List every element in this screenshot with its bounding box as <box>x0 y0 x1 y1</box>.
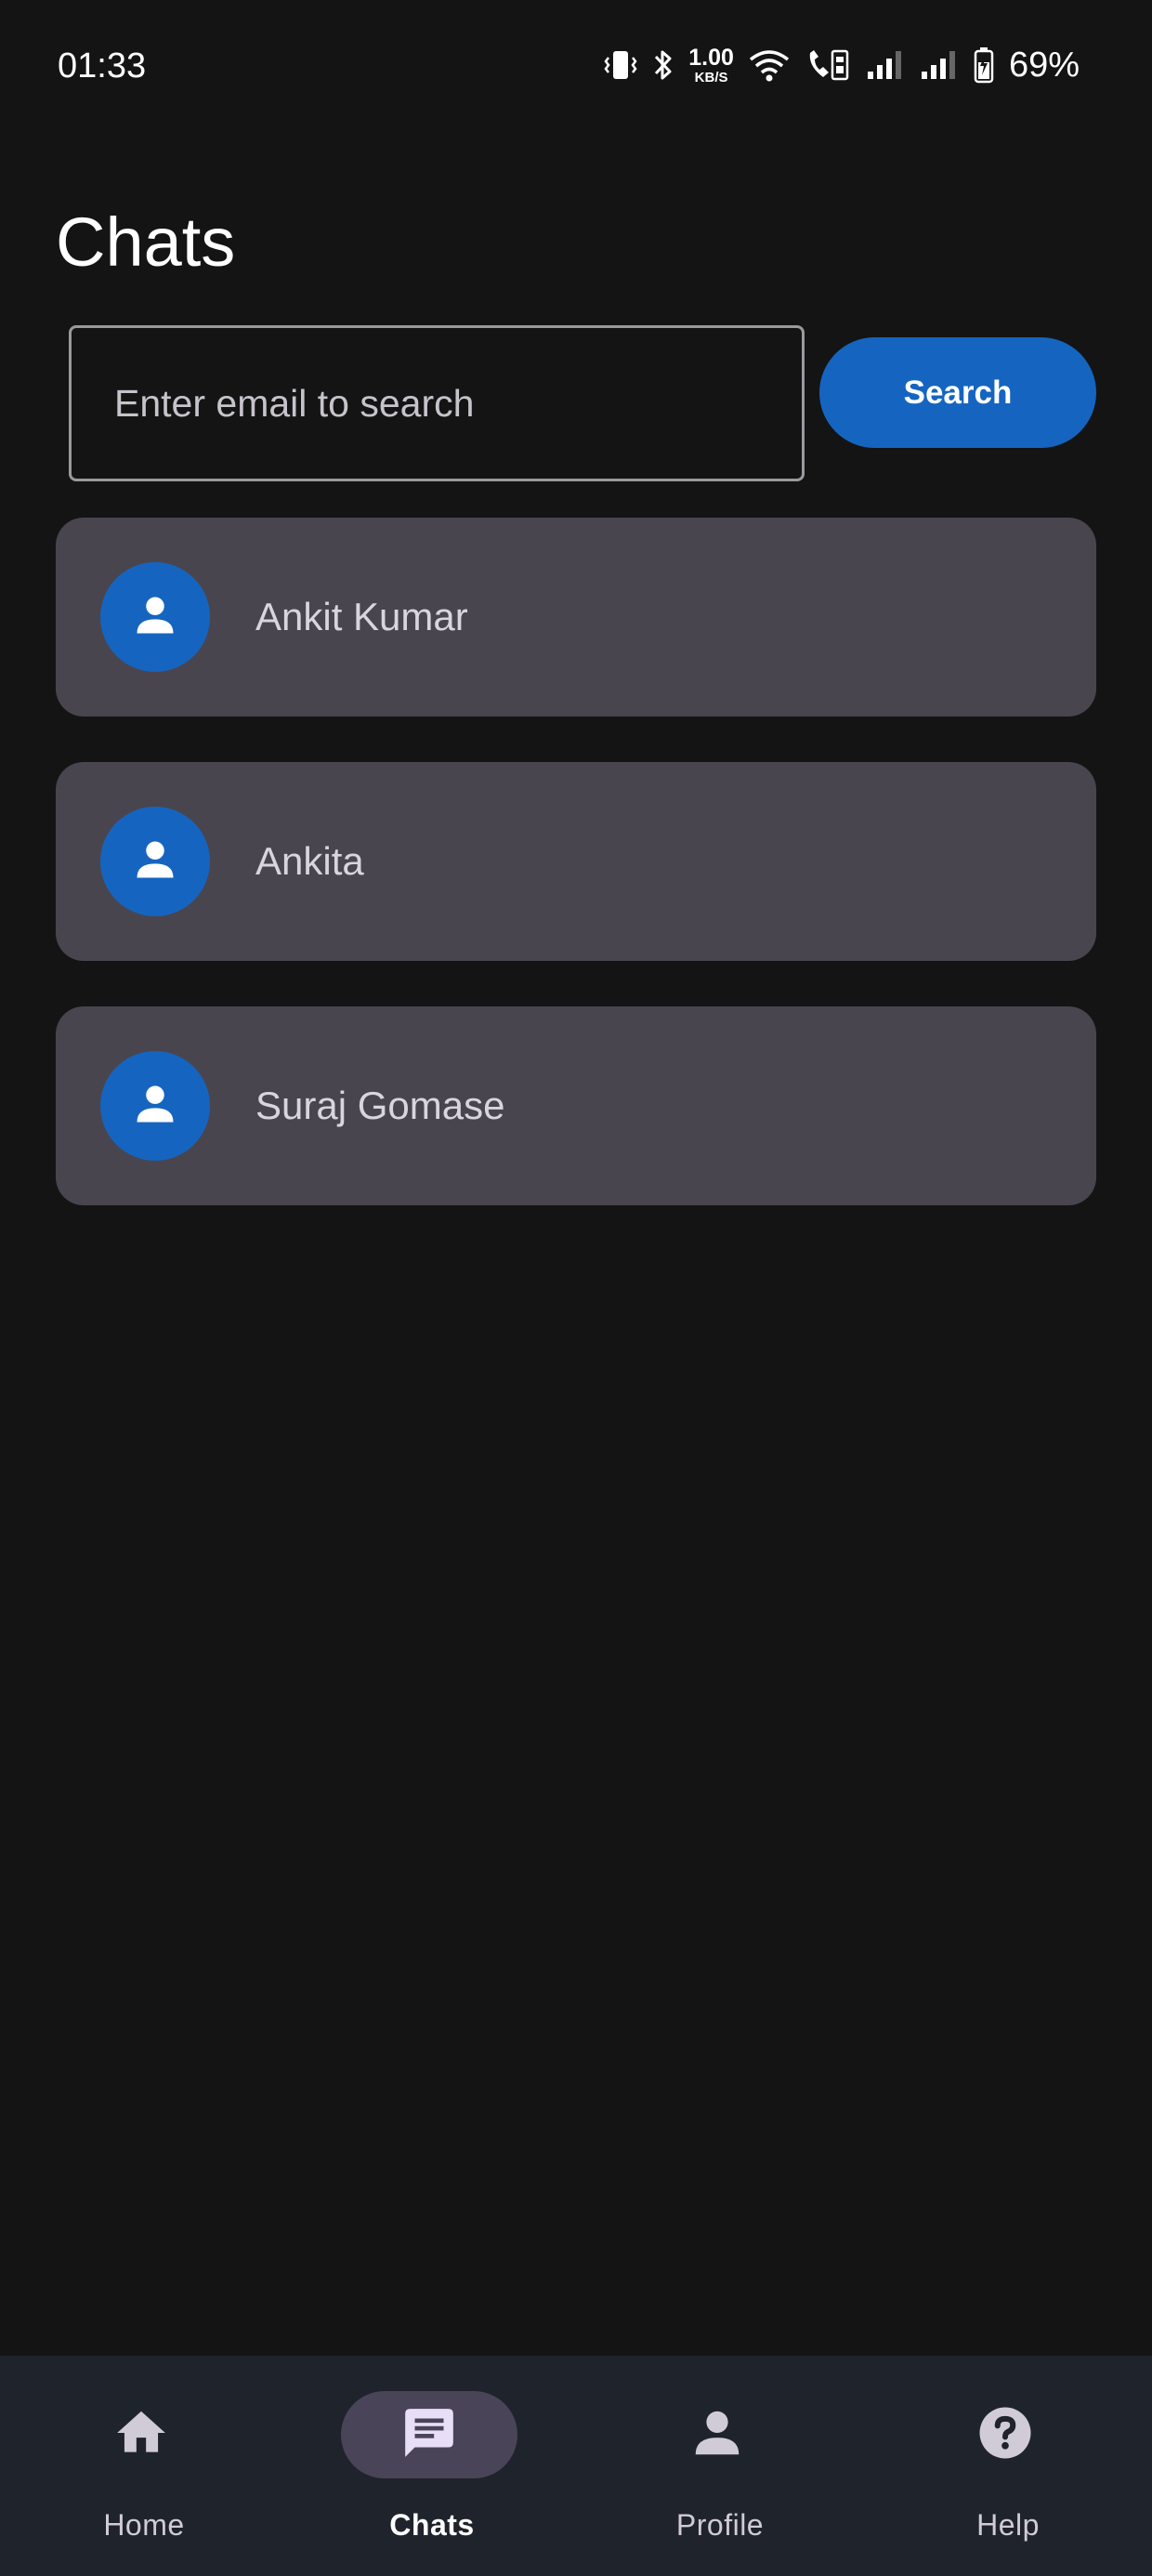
help-icon <box>975 2402 1036 2468</box>
network-speed: 1.00 KB/S <box>688 46 734 85</box>
signal-icon-sim2 <box>920 49 961 81</box>
chat-contact-name: Ankit Kumar <box>255 595 468 638</box>
person-icon <box>131 1080 179 1133</box>
home-icon <box>112 2404 170 2466</box>
nav-label-help: Help <box>976 2508 1040 2542</box>
nav-label-home: Home <box>103 2508 185 2542</box>
person-icon <box>688 2404 746 2466</box>
chat-list-item[interactable]: Ankita <box>56 762 1096 961</box>
nav-pill-active <box>341 2391 517 2478</box>
page-title: Chats <box>56 204 236 281</box>
nav-item-home[interactable]: Home <box>0 2356 288 2576</box>
chats-screen: 01:33 1.00 KB/S 69% Chats Enter email to… <box>0 0 1152 2576</box>
chat-contact-name: Ankita <box>255 839 364 883</box>
bluetooth-icon <box>651 47 675 83</box>
chat-list-item[interactable]: Ankit Kumar <box>56 518 1096 716</box>
avatar <box>100 562 210 672</box>
network-speed-unit: KB/S <box>694 69 728 85</box>
network-speed-value: 1.00 <box>688 44 734 71</box>
nav-item-chats[interactable]: Chats <box>288 2356 576 2576</box>
avatar <box>100 807 210 916</box>
nav-label-profile: Profile <box>675 2508 765 2542</box>
person-icon <box>131 591 179 644</box>
chat-contact-name: Suraj Gomase <box>255 1084 505 1127</box>
chat-icon <box>400 2404 458 2466</box>
nav-pill <box>917 2391 1093 2478</box>
search-button[interactable]: Search <box>819 337 1096 448</box>
signal-icon-sim1 <box>866 49 907 81</box>
nav-pill <box>629 2391 805 2478</box>
email-search-input[interactable] <box>69 325 805 481</box>
chat-list: Ankit Kumar Ankita Suraj Gomase <box>56 518 1096 1251</box>
status-bar: 01:33 1.00 KB/S 69% <box>0 0 1152 139</box>
wifi-calling-icon <box>805 47 853 83</box>
avatar <box>100 1051 210 1161</box>
nav-item-profile[interactable]: Profile <box>576 2356 864 2576</box>
chat-list-item[interactable]: Suraj Gomase <box>56 1006 1096 1205</box>
nav-pill <box>53 2391 229 2478</box>
battery-icon <box>974 46 994 84</box>
bottom-navigation: Home Chats Profile Help <box>0 2356 1152 2576</box>
vibrate-icon <box>603 48 638 82</box>
status-time: 01:33 <box>58 46 147 85</box>
nav-label-chats: Chats <box>389 2508 475 2542</box>
person-icon <box>131 835 179 888</box>
nav-item-help[interactable]: Help <box>864 2356 1152 2576</box>
wifi-icon <box>747 47 792 83</box>
status-icons: 1.00 KB/S 69% <box>603 45 1080 85</box>
battery-percent: 69% <box>1008 45 1080 85</box>
